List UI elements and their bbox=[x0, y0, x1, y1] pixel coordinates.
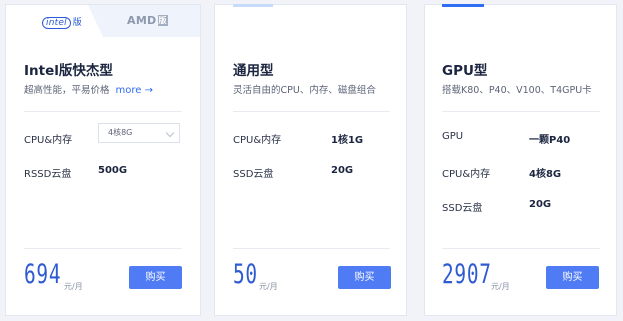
product-cards-section: intel 版 AMD 版 Intel版快杰型 超高性能，平易价格 more → CP… bbox=[0, 0, 623, 321]
spec-value: 20G bbox=[529, 199, 552, 210]
chevron-down-icon bbox=[165, 128, 175, 138]
cpu-memory-select[interactable]: 4核8G bbox=[98, 123, 180, 143]
buy-button[interactable]: 购买 bbox=[338, 266, 391, 289]
spec-value: 500G bbox=[98, 165, 128, 176]
spec-label: CPU&内存 bbox=[233, 135, 282, 146]
divider bbox=[442, 248, 600, 249]
spec-label: RSSD云盘 bbox=[24, 169, 72, 180]
card-title: GPU型 bbox=[442, 63, 488, 79]
spec-value: 一颗P40 bbox=[529, 135, 571, 146]
divider bbox=[442, 111, 600, 112]
card-title: 通用型 bbox=[233, 63, 274, 79]
price-value: 2907 bbox=[442, 259, 492, 290]
divider bbox=[24, 111, 182, 112]
card-title: Intel版快杰型 bbox=[24, 63, 113, 79]
spec-value: 1核1G bbox=[331, 135, 364, 146]
card-subtitle: 灵活自由的CPU、内存、磁盘组合 bbox=[233, 85, 376, 96]
spec-label: CPU&内存 bbox=[442, 169, 491, 180]
divider bbox=[233, 111, 390, 112]
tab-intel[interactable]: intel 版 bbox=[6, 5, 103, 37]
card-subtitle: 搭载K80、P40、V100、T4GPU卡 bbox=[442, 85, 592, 96]
spec-value: 4核8G bbox=[529, 169, 562, 180]
price-unit: 元/月 bbox=[259, 282, 278, 291]
price-value: 694 bbox=[24, 259, 62, 290]
tab-amd[interactable]: AMD 版 bbox=[127, 14, 168, 27]
price-value: 50 bbox=[233, 259, 258, 290]
spec-label: SSD云盘 bbox=[233, 169, 274, 180]
card-general: 通用型 灵活自由的CPU、内存、磁盘组合 CPU&内存 1核1G SSD云盘 2… bbox=[214, 4, 407, 316]
divider bbox=[233, 248, 390, 249]
divider bbox=[24, 248, 182, 249]
intel-logo: intel 版 bbox=[42, 15, 82, 29]
card-gpu: GPU型 搭载K80、P40、V100、T4GPU卡 GPU 一颗P40 CPU… bbox=[424, 4, 617, 316]
price-unit: 元/月 bbox=[491, 282, 510, 291]
spec-value: 20G bbox=[331, 165, 354, 176]
card-subtitle: 超高性能，平易价格 more → bbox=[24, 85, 153, 96]
buy-button[interactable]: 购买 bbox=[129, 266, 182, 289]
spec-label: CPU&内存 bbox=[24, 135, 73, 146]
vendor-tabs: intel 版 AMD 版 bbox=[6, 5, 200, 37]
price-unit: 元/月 bbox=[64, 282, 83, 291]
card-accent-bar bbox=[233, 4, 273, 7]
buy-button[interactable]: 购买 bbox=[546, 266, 599, 289]
spec-label: SSD云盘 bbox=[442, 203, 483, 214]
more-link[interactable]: more → bbox=[116, 85, 153, 96]
amd-logo: AMD bbox=[127, 14, 157, 27]
card-accent-bar bbox=[442, 4, 484, 7]
card-intel-kuaijie: intel 版 AMD 版 Intel版快杰型 超高性能，平易价格 more → CP… bbox=[5, 4, 201, 316]
spec-label: GPU bbox=[442, 131, 464, 142]
